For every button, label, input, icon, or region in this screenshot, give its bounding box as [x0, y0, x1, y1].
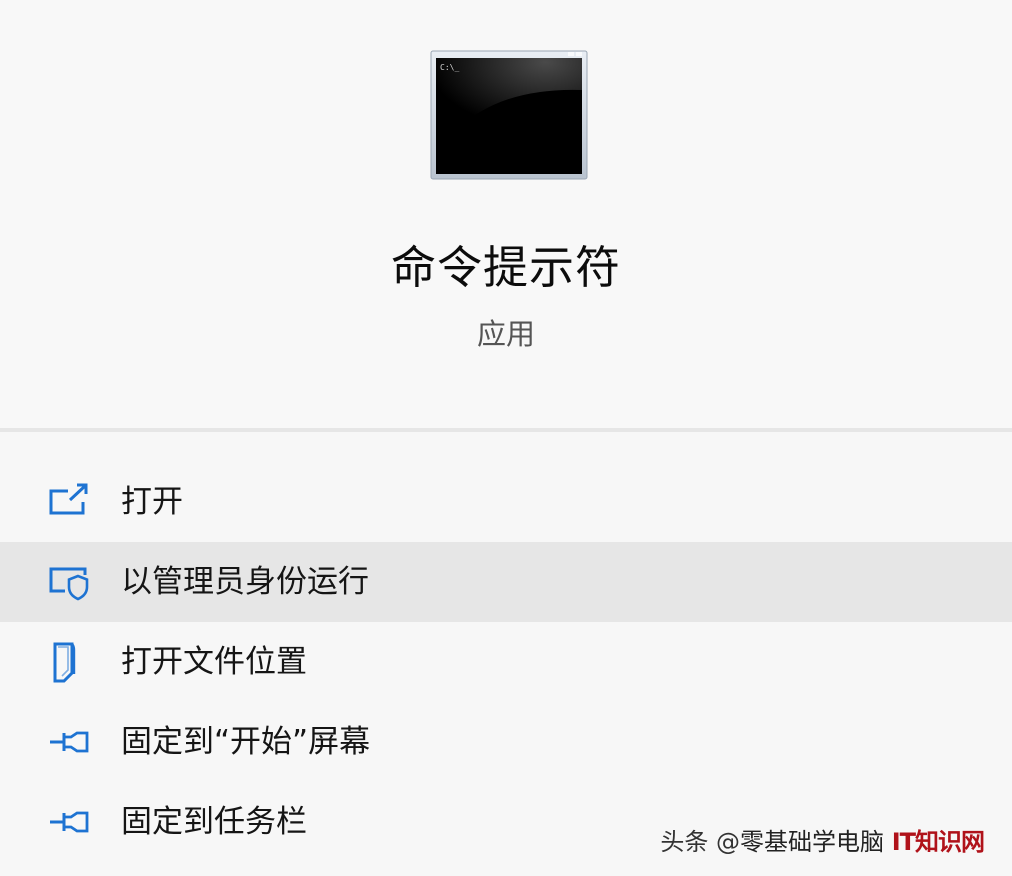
- command-prompt-icon: C:\_: [430, 50, 588, 180]
- menu-item-label: 固定到“开始”屏幕: [121, 724, 371, 760]
- menu-item-pin-to-start[interactable]: 固定到“开始”屏幕: [0, 702, 1012, 782]
- context-menu: 打开 以管理员身份运行 打开文件位置 固定到“开始”屏幕 固定到任务栏: [0, 462, 1012, 862]
- watermark-brand: IT知识网: [891, 828, 985, 856]
- app-title: 命令提示符: [390, 241, 621, 294]
- menu-item-run-as-admin[interactable]: 以管理员身份运行: [0, 542, 1012, 622]
- menu-item-open-file-location[interactable]: 打开文件位置: [0, 622, 1012, 702]
- watermark: 头条 @零基础学电脑 IT知识网: [660, 826, 985, 858]
- watermark-prefix: 头条 @: [660, 828, 741, 856]
- admin-shield-icon: [49, 567, 89, 601]
- menu-item-label: 打开文件位置: [121, 644, 307, 680]
- menu-item-label: 打开: [121, 484, 183, 520]
- app-header: C:\_ 命令提示符 应用: [0, 0, 1012, 428]
- open-external-icon: [49, 483, 88, 515]
- menu-item-label: 以管理员身份运行: [121, 564, 369, 600]
- watermark-handle: 零基础学电脑: [740, 828, 885, 856]
- pin-icon: [50, 811, 89, 833]
- section-divider: [0, 428, 1012, 432]
- menu-item-label: 固定到任务栏: [121, 804, 307, 840]
- folder-location-icon: [53, 642, 76, 683]
- menu-item-open[interactable]: 打开: [0, 462, 1012, 542]
- app-type-label: 应用: [476, 317, 535, 351]
- prompt-text: C:\_: [440, 63, 459, 72]
- context-panel: C:\_ 命令提示符 应用 打开 以管理员身份运行 打开文件位置 固定到“开始”…: [0, 0, 1012, 876]
- pin-icon: [50, 731, 89, 753]
